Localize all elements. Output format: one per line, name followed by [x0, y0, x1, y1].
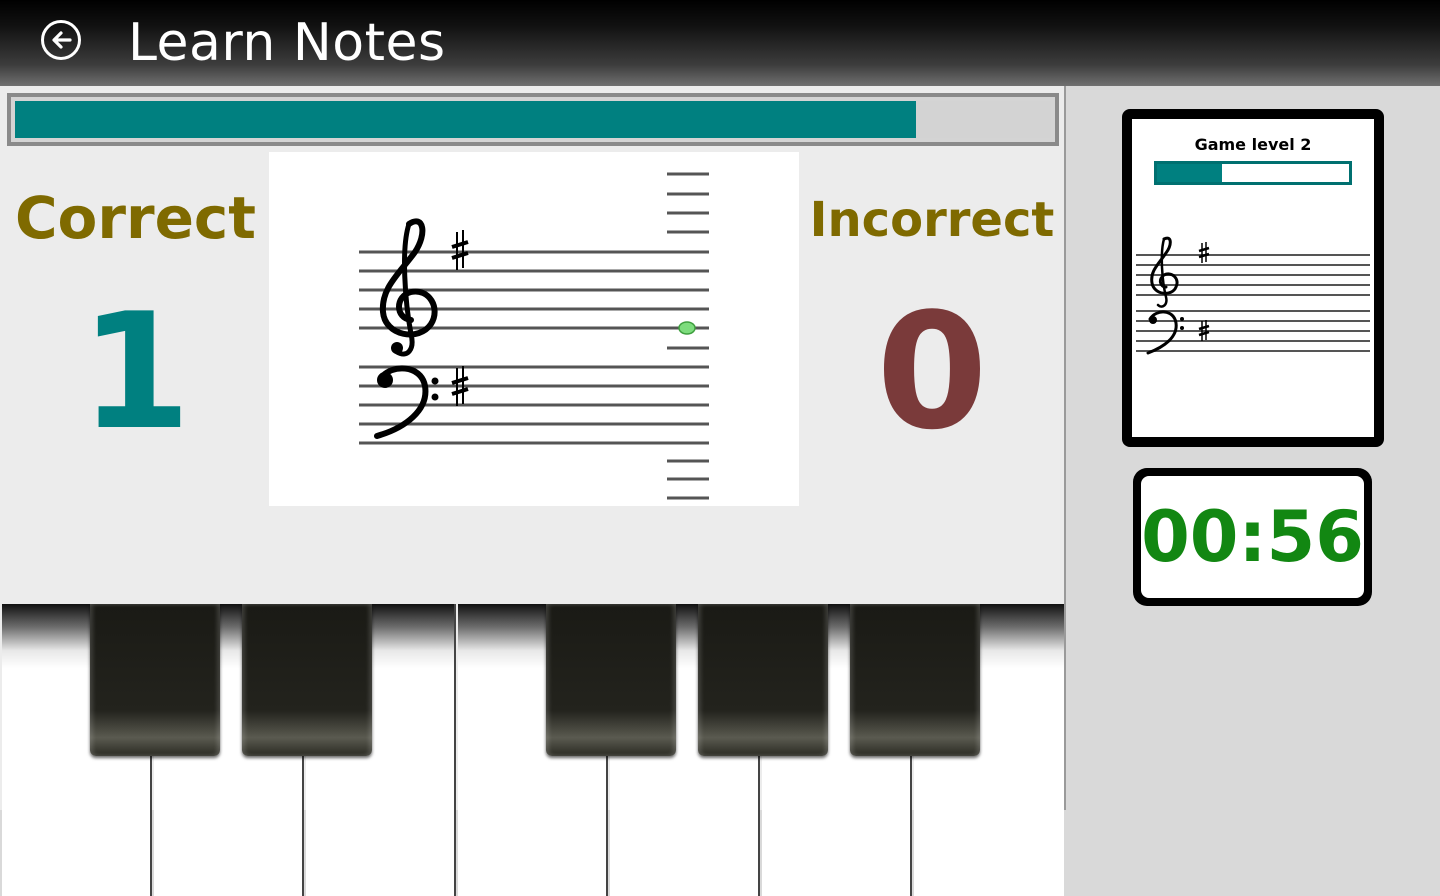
- game-level-card: Game level 2: [1122, 109, 1384, 447]
- round-progress-bar: [7, 93, 1059, 146]
- incorrect-label: Incorrect: [809, 192, 1055, 248]
- treble-clef-icon: [1150, 236, 1179, 308]
- black-key[interactable]: [90, 604, 220, 756]
- piano-keyboard: [2, 604, 1064, 896]
- back-button[interactable]: [41, 20, 81, 60]
- round-progress-fill: [15, 101, 917, 138]
- mini-grand-staff: [1136, 236, 1370, 355]
- incorrect-count: 0: [876, 278, 988, 465]
- game-level-label: Game level 2: [1194, 135, 1312, 154]
- treble-clef-icon: [379, 218, 438, 357]
- black-key[interactable]: [850, 604, 980, 756]
- sharp-icon: [1198, 242, 1210, 263]
- black-key[interactable]: [242, 604, 372, 756]
- correct-count: 1: [79, 278, 192, 465]
- black-key[interactable]: [698, 604, 828, 756]
- ledger-lines-bottom: [667, 459, 709, 500]
- bass-clef-icon: [374, 365, 439, 439]
- bass-clef-icon: [1146, 310, 1184, 355]
- timer-display: 00:56: [1133, 468, 1372, 606]
- grand-staff-drawing: [359, 172, 709, 500]
- bass-staff-lines: [359, 365, 709, 445]
- level-progress-bar: [1154, 161, 1352, 185]
- title-bar: Learn Notes: [0, 0, 1440, 86]
- timer-value: 00:56: [1141, 496, 1364, 578]
- game-area: Correct 1 Incorrect 0: [0, 86, 1066, 896]
- correct-label: Correct: [14, 184, 257, 252]
- target-note: [678, 321, 696, 335]
- ledger-lines-top: [667, 172, 709, 234]
- sharp-icon: [451, 230, 469, 270]
- level-progress-fill: [1157, 164, 1223, 182]
- arrow-left-icon: [52, 31, 72, 49]
- page-title: Learn Notes: [128, 13, 446, 73]
- grand-staff: [269, 152, 799, 506]
- black-key[interactable]: [546, 604, 676, 756]
